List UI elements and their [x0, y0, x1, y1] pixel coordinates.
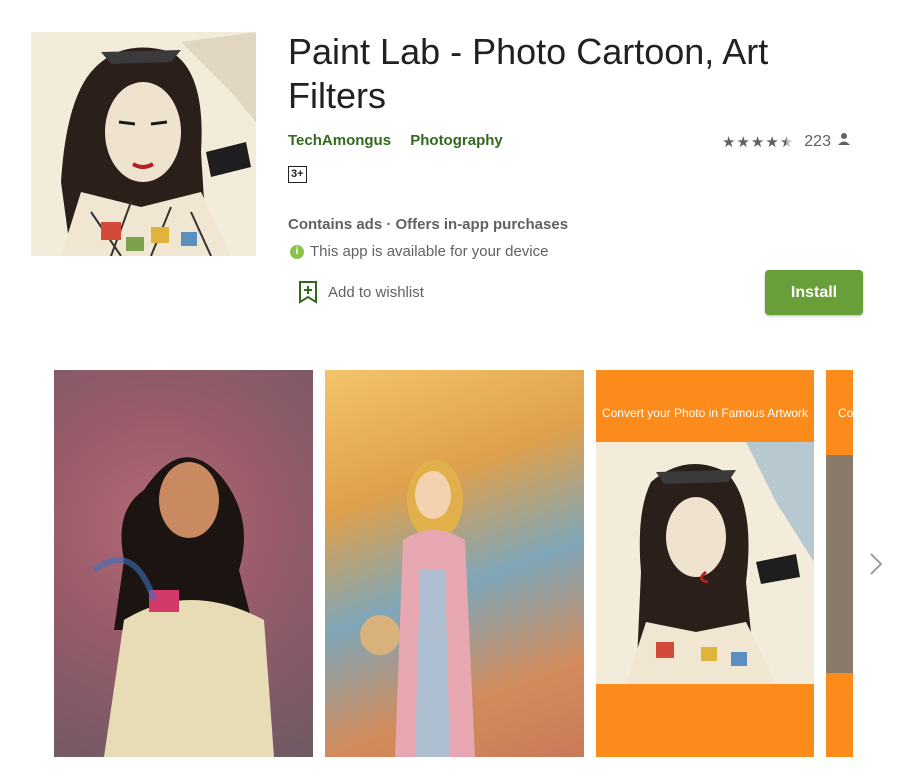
- screenshot-1[interactable]: [54, 370, 313, 757]
- screenshot-artwork: [596, 442, 814, 684]
- half-star-icon: ★: [779, 133, 794, 151]
- app-icon: [31, 32, 256, 256]
- bookmark-add-icon: [299, 281, 317, 304]
- star-icon: ★: [736, 133, 750, 151]
- screenshot-2[interactable]: [325, 370, 584, 757]
- app-meta: TechAmongus Photography: [288, 132, 518, 149]
- age-rating-badge: 3+: [288, 166, 307, 183]
- rating: ★ ★ ★ ★ ★ 223: [722, 132, 851, 151]
- chevron-right-icon[interactable]: [866, 550, 886, 578]
- star-icon: ★: [722, 133, 736, 151]
- screenshot-caption: Co: [838, 406, 853, 420]
- add-to-wishlist-button[interactable]: Add to wishlist: [298, 280, 424, 304]
- screenshot-3[interactable]: Convert your Photo in Famous Artwork: [596, 370, 814, 757]
- screenshot-caption: Convert your Photo in Famous Artwork: [601, 406, 809, 420]
- install-button[interactable]: Install: [765, 270, 863, 315]
- availability-text: This app is available for your device: [310, 243, 549, 260]
- app-title: Paint Lab - Photo Cartoon, Art Filters: [288, 31, 769, 116]
- availability-notice: i This app is available for your device: [290, 243, 548, 260]
- info-icon: i: [290, 244, 304, 259]
- rating-count: 223: [804, 132, 831, 150]
- screenshot-artwork: [826, 455, 853, 673]
- person-icon: [837, 132, 851, 151]
- category-link[interactable]: Photography: [410, 132, 503, 149]
- developer-link[interactable]: TechAmongus: [288, 132, 391, 149]
- star-icon: ★: [765, 133, 779, 151]
- ads-notice: Contains ads · Offers in-app purchases: [288, 216, 569, 233]
- star-icon: ★: [750, 133, 765, 151]
- wishlist-label: Add to wishlist: [328, 283, 424, 301]
- screenshot-4[interactable]: Co: [826, 370, 853, 757]
